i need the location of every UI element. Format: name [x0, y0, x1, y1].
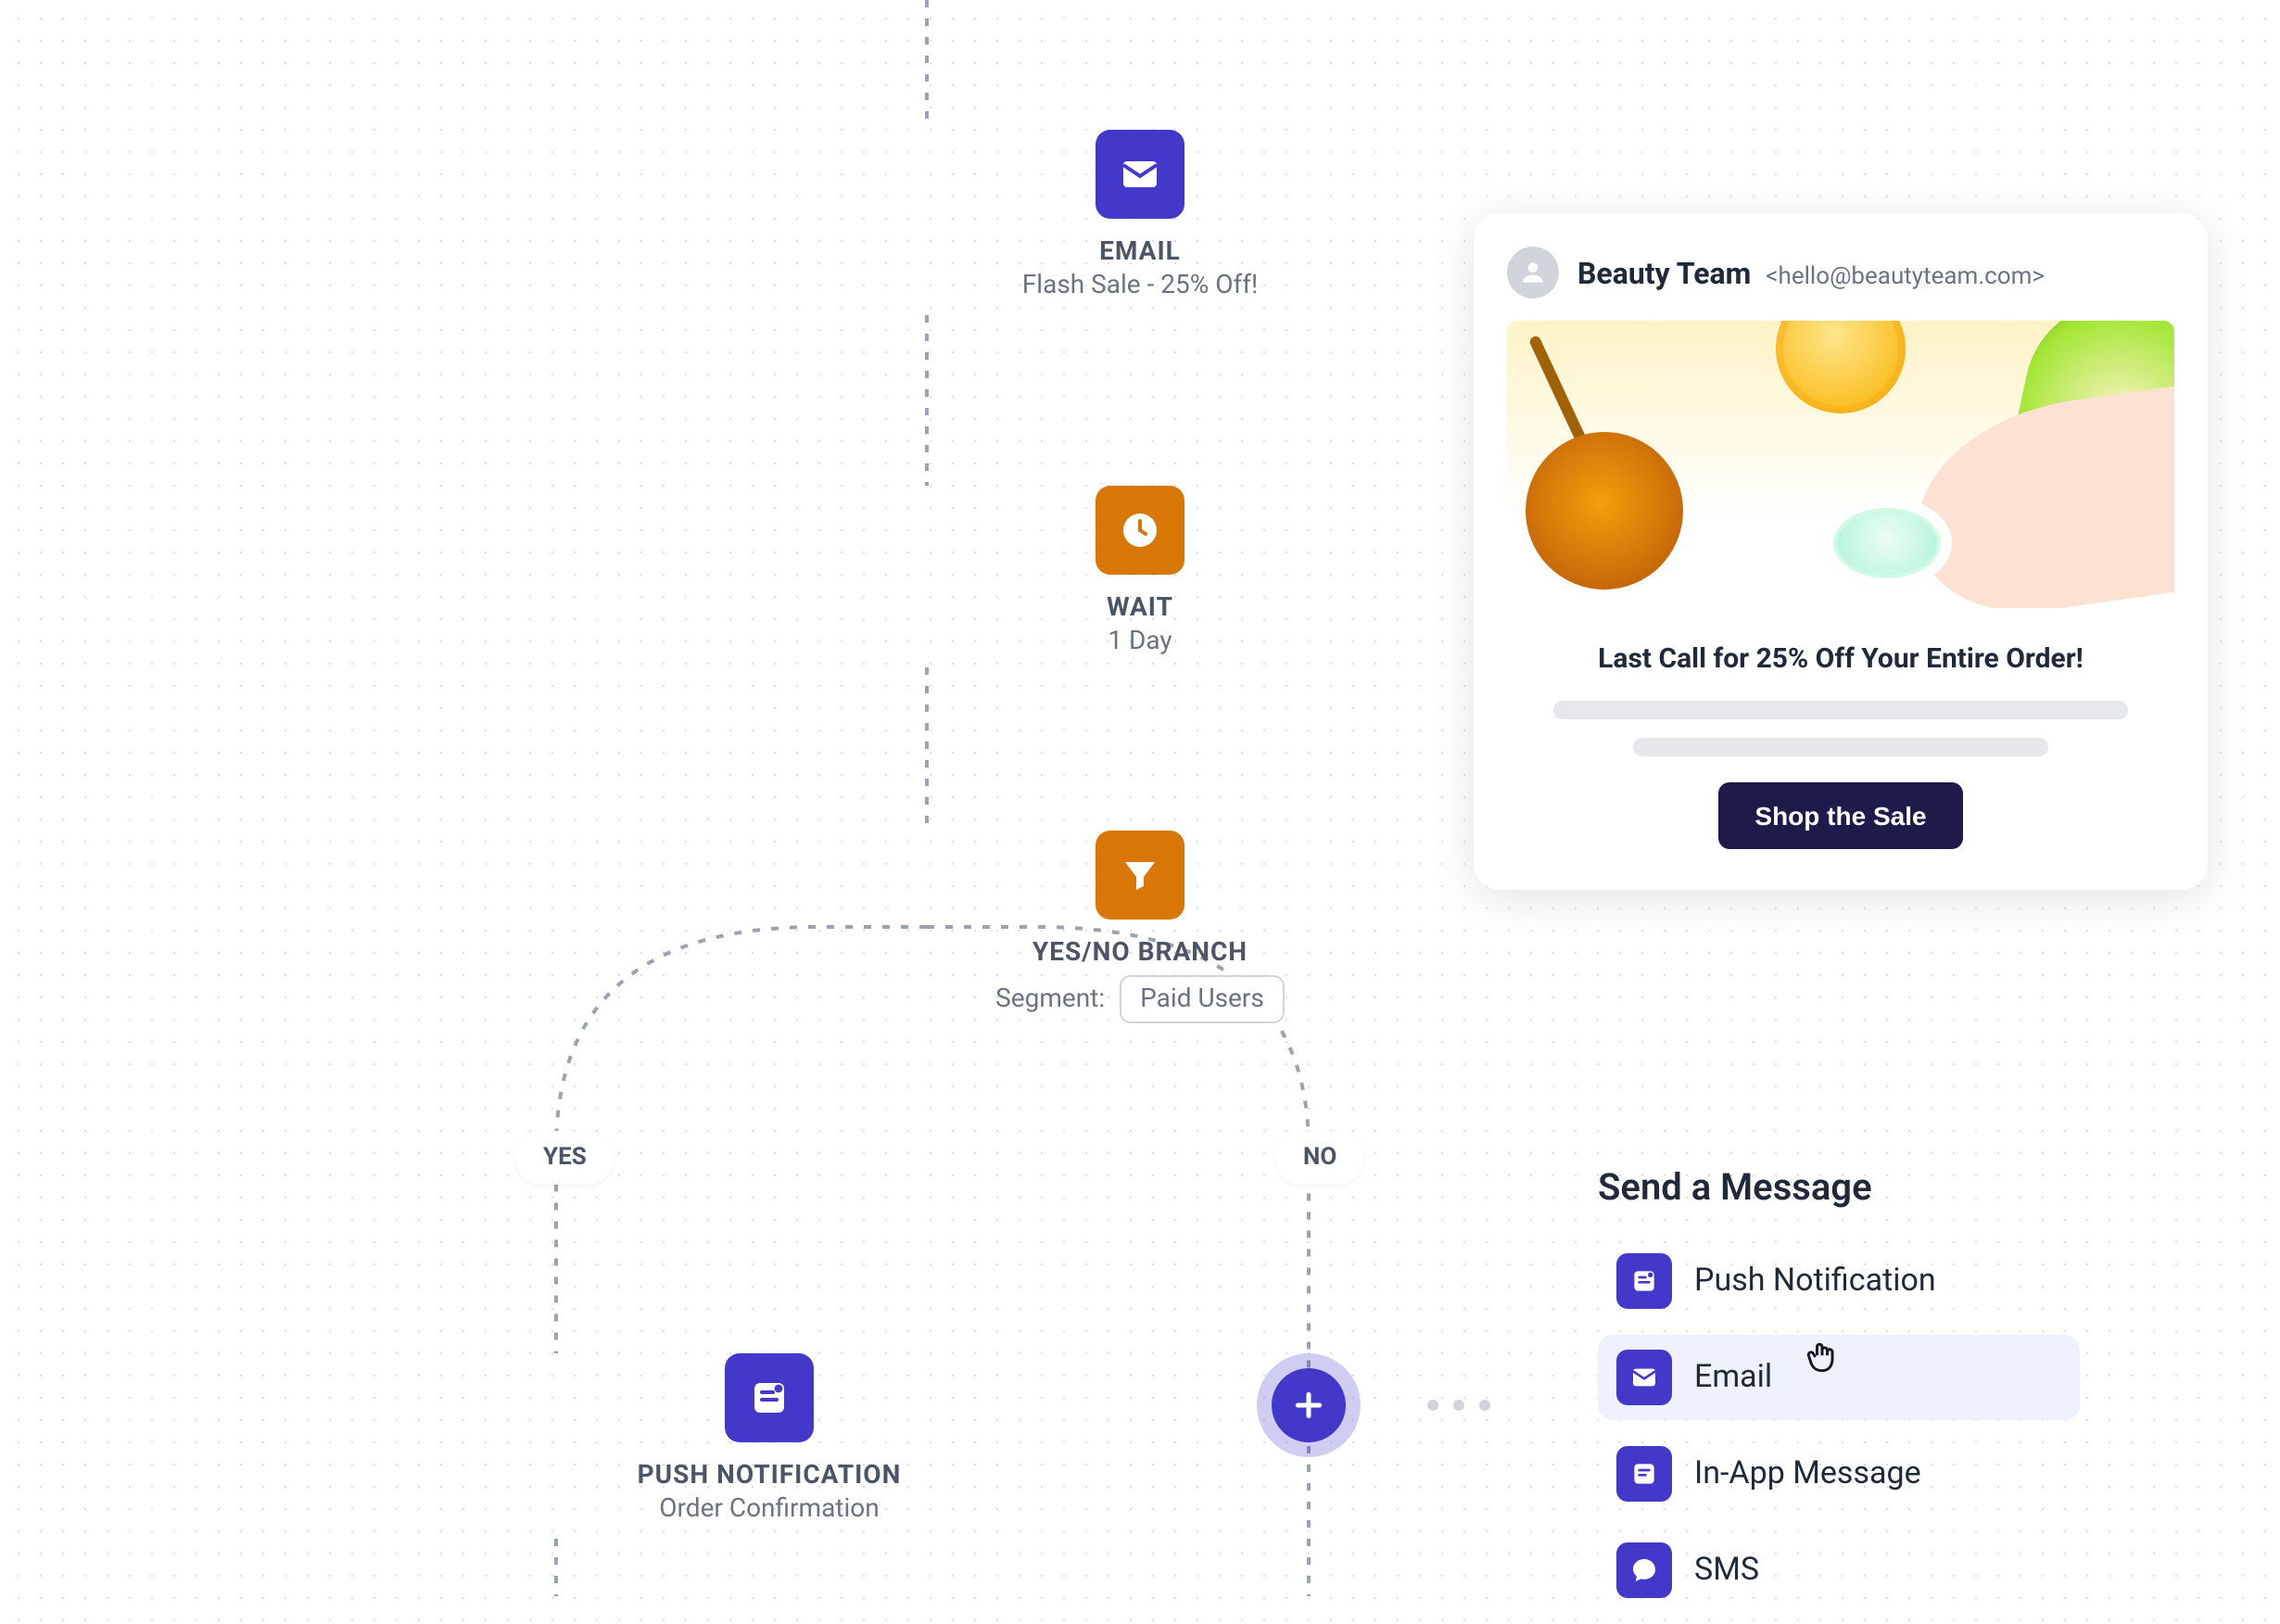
node-title: EMAIL	[1099, 237, 1181, 267]
node-title: PUSH NOTIFICATION	[638, 1461, 902, 1491]
email-icon	[1096, 130, 1184, 219]
email-icon	[1616, 1350, 1672, 1405]
sms-icon	[1616, 1542, 1672, 1598]
placeholder-line	[1634, 738, 2047, 756]
branch-badge-yes: YES	[515, 1131, 614, 1185]
email-from-name: Beauty Team	[1577, 255, 1751, 290]
node-title: WAIT	[1107, 593, 1173, 623]
menu-item-label: SMS	[1694, 1552, 1759, 1589]
menu-item-push[interactable]: Push Notification	[1598, 1238, 2080, 1324]
email-hero-image	[1507, 321, 2174, 608]
node-subtitle: Order Confirmation	[659, 1494, 879, 1524]
menu-item-sms[interactable]: SMS	[1598, 1528, 2080, 1613]
clock-icon	[1096, 486, 1184, 575]
push-icon	[725, 1353, 814, 1442]
inapp-icon	[1616, 1446, 1672, 1502]
menu-title: Send a Message	[1598, 1164, 2080, 1209]
menu-item-label: Email	[1694, 1359, 1772, 1396]
email-preview-card: Beauty Team <hello@beautyteam.com> Last …	[1474, 213, 2208, 890]
menu-item-inapp[interactable]: In-App Message	[1598, 1431, 2080, 1516]
ellipsis-icon	[1427, 1400, 1490, 1411]
node-subtitle: Flash Sale - 25% Off!	[1022, 271, 1258, 300]
email-headline: Last Call for 25% Off Your Entire Order!	[1507, 641, 2174, 675]
menu-item-label: In-App Message	[1694, 1455, 1921, 1492]
segment-value[interactable]: Paid Users	[1120, 975, 1285, 1023]
add-step-button[interactable]	[1272, 1368, 1346, 1442]
send-message-menu: Send a Message Push Notification Email In-…	[1598, 1164, 2080, 1624]
avatar	[1507, 247, 1559, 298]
segment-label: Segment:	[995, 984, 1105, 1014]
branch-badge-no: NO	[1275, 1131, 1364, 1185]
funnel-icon	[1096, 831, 1184, 920]
node-title: YES/NO BRANCH	[1032, 938, 1248, 968]
node-subtitle: 1 Day	[1108, 627, 1172, 656]
push-icon	[1616, 1253, 1672, 1309]
placeholder-line	[1553, 701, 2127, 719]
cursor-hand-icon	[1802, 1337, 1843, 1377]
menu-item-label: Push Notification	[1694, 1262, 1936, 1300]
email-cta-button[interactable]: Shop the Sale	[1717, 782, 1963, 849]
email-from-address: <hello@beautyteam.com>	[1766, 262, 2045, 290]
